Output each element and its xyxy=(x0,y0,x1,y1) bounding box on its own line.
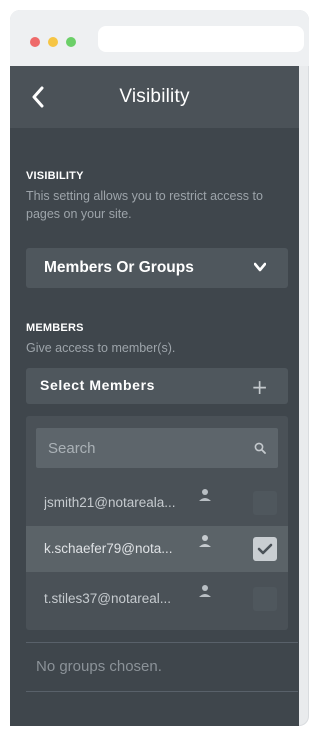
member-checkbox[interactable] xyxy=(253,491,277,515)
member-checkbox-checked[interactable] xyxy=(253,537,277,561)
person-icon xyxy=(199,535,211,547)
visibility-section-label: VISIBILITY xyxy=(26,170,84,182)
search-icon xyxy=(254,442,266,454)
browser-chrome xyxy=(10,10,309,66)
member-email: k.schaefer79@nota... xyxy=(44,541,173,556)
visibility-dropdown[interactable]: Members Or Groups xyxy=(26,248,288,288)
no-groups-text: No groups chosen. xyxy=(36,658,162,675)
members-description: Give access to member(s). xyxy=(26,341,176,355)
checkmark-icon xyxy=(257,543,273,555)
visibility-description: This setting allows you to restrict acce… xyxy=(26,189,263,221)
visibility-panel: Visibility VISIBILITY This setting allow… xyxy=(10,66,299,726)
select-members-label: Select Members xyxy=(40,377,156,393)
member-row[interactable]: t.stiles37@notareal... xyxy=(26,576,288,622)
visibility-dropdown-value: Members Or Groups xyxy=(44,259,194,276)
page-title: Visibility xyxy=(119,86,190,107)
plus-icon: + xyxy=(251,375,268,399)
search-input[interactable] xyxy=(36,428,248,468)
members-section-label: MEMBERS xyxy=(26,322,84,334)
close-window-dot[interactable] xyxy=(30,37,40,47)
member-row-selected[interactable]: k.schaefer79@nota... xyxy=(26,526,288,572)
minimize-window-dot[interactable] xyxy=(48,37,58,47)
members-list: jsmith21@notareala... k.schaefer79@nota.… xyxy=(26,416,288,630)
person-icon xyxy=(199,585,211,597)
member-email: jsmith21@notareala... xyxy=(44,495,176,510)
person-icon xyxy=(199,489,211,501)
member-email: t.stiles37@notareal... xyxy=(44,591,172,606)
select-members-button[interactable]: Select Members + xyxy=(26,368,288,404)
member-search xyxy=(36,428,278,468)
divider xyxy=(26,642,298,643)
member-row[interactable]: jsmith21@notareala... xyxy=(26,480,288,526)
member-checkbox[interactable] xyxy=(253,587,277,611)
maximize-window-dot[interactable] xyxy=(66,37,76,47)
divider xyxy=(26,691,298,692)
chevron-down-icon xyxy=(254,262,266,272)
panel-header: Visibility xyxy=(10,66,299,128)
address-bar[interactable] xyxy=(98,26,304,52)
